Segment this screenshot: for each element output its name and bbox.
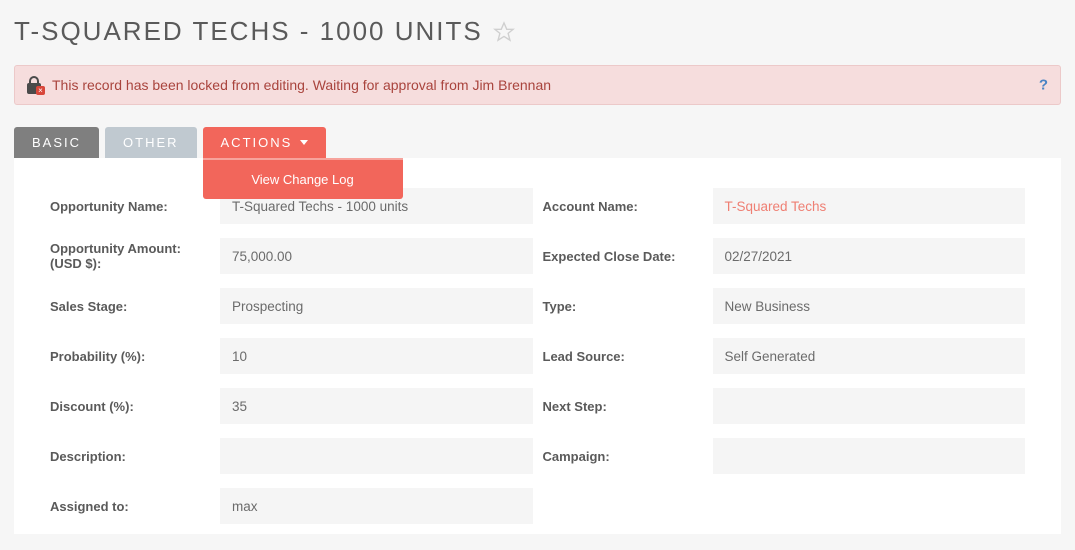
actions-dropdown: View Change Log (203, 158, 403, 199)
label-sales-stage: Sales Stage: (50, 299, 210, 314)
label-discount: Discount (%): (50, 399, 210, 414)
value-expected-close-date: 02/27/2021 (713, 238, 1026, 274)
label-description: Description: (50, 449, 210, 464)
label-opportunity-name: Opportunity Name: (50, 199, 210, 214)
value-next-step (713, 388, 1026, 424)
label-account-name: Account Name: (543, 199, 703, 214)
alert-text: This record has been locked from editing… (52, 77, 551, 93)
help-icon[interactable]: ? (1039, 77, 1048, 94)
value-campaign (713, 438, 1026, 474)
label-assigned-to: Assigned to: (50, 499, 210, 514)
value-discount: 35 (220, 388, 533, 424)
value-probability: 10 (220, 338, 533, 374)
lock-icon: × (27, 76, 42, 94)
favorite-star-icon[interactable] (493, 21, 515, 43)
label-type: Type: (543, 299, 703, 314)
value-type: New Business (713, 288, 1026, 324)
label-probability: Probability (%): (50, 349, 210, 364)
label-expected-close-date: Expected Close Date: (543, 249, 703, 264)
value-description (220, 438, 533, 474)
value-assigned-to: max (220, 488, 533, 524)
value-opportunity-amount: 75,000.00 (220, 238, 533, 274)
locked-alert: × This record has been locked from editi… (14, 65, 1061, 105)
tab-basic[interactable]: BASIC (14, 127, 99, 158)
value-sales-stage: Prospecting (220, 288, 533, 324)
tab-actions-label: ACTIONS (221, 135, 293, 150)
label-opportunity-amount: Opportunity Amount: (USD $): (50, 241, 210, 271)
detail-panel: Opportunity Name: T-Squared Techs - 1000… (14, 158, 1061, 534)
tab-actions[interactable]: ACTIONS View Change Log (203, 127, 327, 158)
dropdown-item-view-change-log[interactable]: View Change Log (203, 160, 403, 199)
label-campaign: Campaign: (543, 449, 703, 464)
caret-down-icon (300, 140, 308, 145)
value-lead-source: Self Generated (713, 338, 1026, 374)
tabs: BASIC OTHER ACTIONS View Change Log (14, 127, 1061, 158)
label-next-step: Next Step: (543, 399, 703, 414)
value-account-name[interactable]: T-Squared Techs (713, 188, 1026, 224)
page-title: T-SQUARED TECHS - 1000 UNITS (14, 16, 483, 47)
tab-other[interactable]: OTHER (105, 127, 197, 158)
label-lead-source: Lead Source: (543, 349, 703, 364)
